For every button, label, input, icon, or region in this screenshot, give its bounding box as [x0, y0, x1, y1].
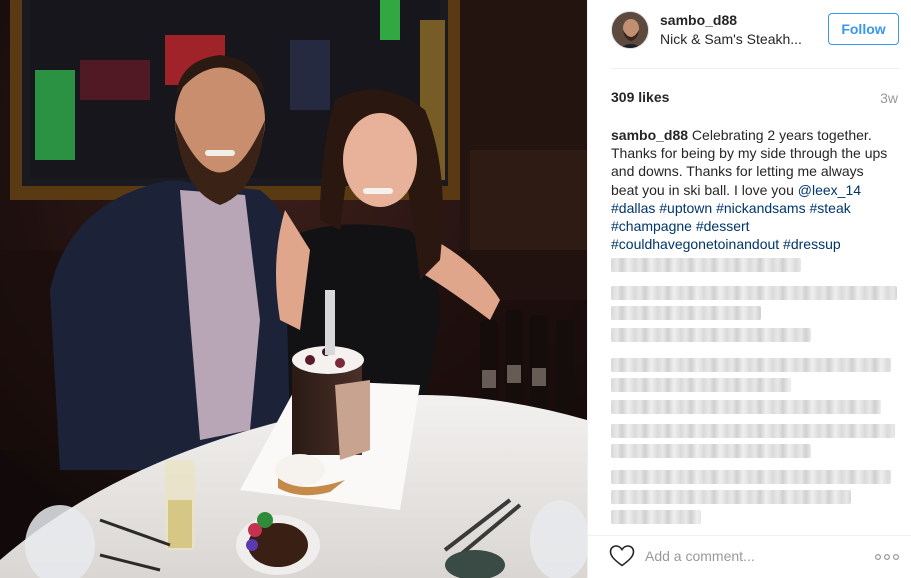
blurred-comment-line — [611, 444, 811, 458]
avatar[interactable] — [611, 11, 649, 49]
hashtag-link[interactable]: #nickandsams — [716, 200, 806, 216]
post-location[interactable]: Nick & Sam's Steakh... — [660, 31, 810, 47]
instagram-post: sambo_d88 Nick & Sam's Steakh... Follow … — [0, 0, 911, 578]
hashtag-link[interactable]: #couldhavegonetoinandout — [611, 236, 779, 252]
hashtag-link[interactable]: #steak — [809, 200, 850, 216]
blurred-comment-line — [611, 470, 891, 484]
header-divider — [611, 68, 899, 69]
post-details-panel: sambo_d88 Nick & Sam's Steakh... Follow … — [587, 0, 911, 578]
blurred-comment-line — [611, 306, 761, 320]
caption-username[interactable]: sambo_d88 — [611, 127, 688, 143]
hashtag-link[interactable]: #dallas — [611, 200, 655, 216]
blurred-comment-line — [611, 424, 895, 438]
heart-outline-icon[interactable] — [609, 544, 635, 568]
blurred-comment-line — [611, 378, 791, 392]
post-username[interactable]: sambo_d88 — [660, 12, 737, 28]
blurred-comment-line — [611, 258, 801, 272]
post-photo[interactable] — [0, 0, 587, 578]
photo-illustration — [0, 0, 587, 578]
blurred-comment-line — [611, 490, 851, 504]
blurred-comment-line — [611, 286, 897, 300]
post-caption: sambo_d88 Celebrating 2 years together. … — [611, 126, 893, 253]
post-header: sambo_d88 Nick & Sam's Steakh... Follow — [588, 0, 911, 68]
caption-mention[interactable]: @leex_14 — [798, 182, 861, 198]
hashtag-link[interactable]: #dessert — [696, 218, 750, 234]
blurred-comments — [611, 258, 901, 526]
hashtag-link[interactable]: #champagne — [611, 218, 692, 234]
blurred-comment-line — [611, 510, 701, 524]
hashtag-link[interactable]: #uptown — [659, 200, 712, 216]
more-options-icon[interactable] — [874, 550, 900, 562]
blurred-comment-line — [611, 358, 891, 372]
comment-input[interactable] — [645, 543, 855, 569]
comment-bar — [588, 535, 911, 578]
post-age[interactable]: 3w — [880, 90, 898, 106]
hashtag-link[interactable]: #dressup — [783, 236, 841, 252]
blurred-comment-line — [611, 328, 811, 342]
blurred-comment-line — [611, 400, 881, 414]
follow-button[interactable]: Follow — [828, 13, 899, 45]
avatar-image — [612, 12, 648, 48]
likes-count[interactable]: 309 likes — [611, 89, 669, 105]
